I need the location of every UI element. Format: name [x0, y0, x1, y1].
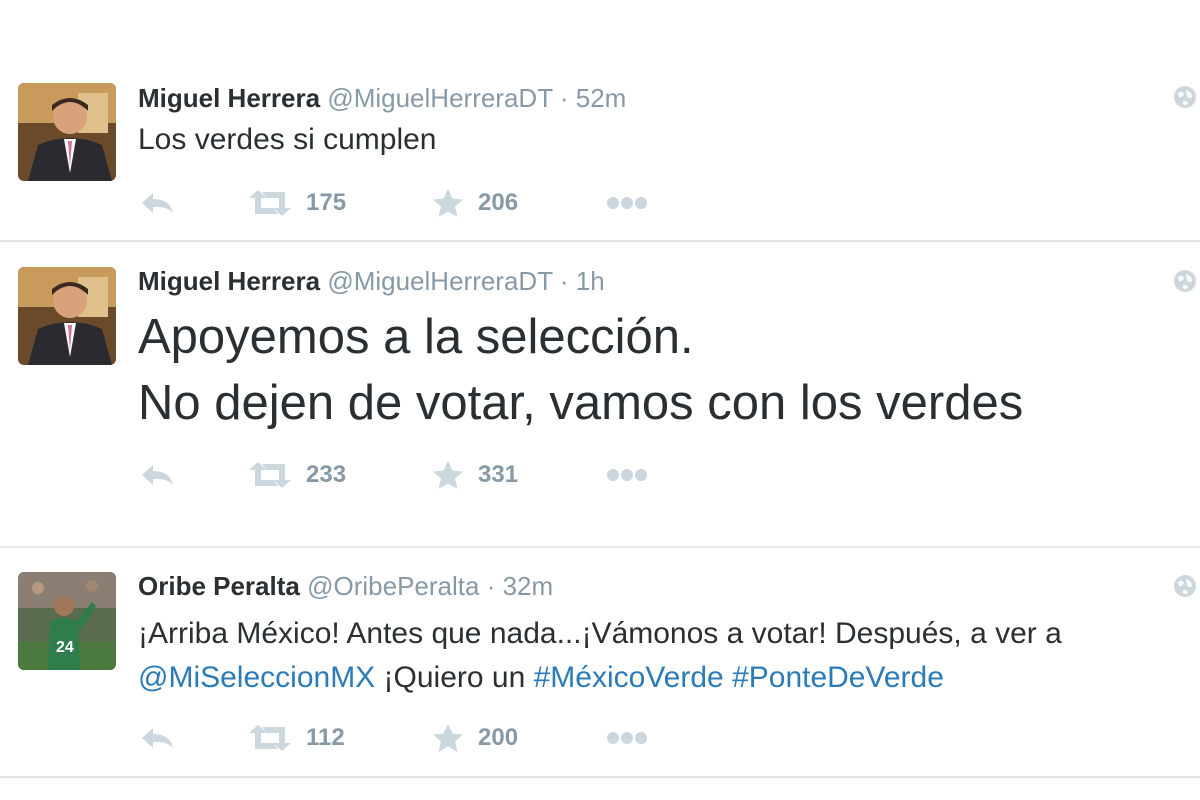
svg-text:24: 24 — [56, 639, 74, 656]
retweet-icon — [249, 462, 291, 488]
text-segment: Apoyemos a la selección. — [138, 310, 694, 364]
globe-icon[interactable] — [1172, 268, 1198, 294]
author-fullname[interactable]: Oribe Peralta — [138, 571, 300, 601]
divider — [0, 546, 1200, 548]
reply-button[interactable] — [140, 455, 176, 495]
more-button[interactable] — [606, 718, 648, 758]
tweet-header: Miguel Herrera @MiguelHerreraDT · 1h — [138, 266, 605, 296]
reply-icon — [142, 728, 173, 748]
more-button[interactable] — [606, 455, 648, 495]
more-icon — [607, 197, 647, 209]
tweet-text-line: No dejen de votar, vamos con los verdes — [138, 370, 1023, 436]
retweet-count: 112 — [306, 724, 345, 751]
author-username[interactable]: @MiguelHerreraDT — [327, 83, 552, 113]
hashtag-link[interactable]: #PonteDeVerde — [732, 661, 944, 694]
text-segment — [724, 661, 732, 694]
favorite-icon — [433, 461, 463, 489]
avatar[interactable] — [18, 267, 116, 365]
avatar[interactable]: 24 — [18, 572, 116, 670]
tweet-text-line: @MiSeleccionMX ¡Quiero un #MéxicoVerde #… — [138, 656, 1062, 700]
tweet-text-line: Los verdes si cumplen — [138, 122, 436, 158]
retweet-button[interactable]: 233 — [248, 455, 346, 495]
retweet-count: 233 — [306, 461, 347, 488]
tweet-text: Apoyemos a la selección. No dejen de vot… — [138, 304, 1023, 436]
globe-icon[interactable] — [1172, 84, 1198, 110]
retweet-button[interactable]: 175 — [248, 183, 346, 223]
favorite-button[interactable]: 200 — [432, 718, 518, 758]
favorite-icon — [433, 724, 463, 752]
author-username[interactable]: @OribePeralta — [307, 571, 479, 601]
tweet-text: Los verdes si cumplen — [138, 122, 436, 158]
text-segment: Los verdes si cumplen — [138, 123, 437, 156]
author-username[interactable]: @MiguelHerreraDT — [327, 266, 552, 296]
tweet-timestamp[interactable]: 1h — [576, 266, 605, 296]
text-segment: No dejen de votar, vamos con los verdes — [138, 376, 1024, 430]
retweet-icon — [249, 190, 291, 216]
tweet-text: ¡Arriba México! Antes que nada...¡Vámono… — [138, 612, 1062, 700]
separator: · — [559, 266, 569, 296]
reply-button[interactable] — [140, 718, 176, 758]
hashtag-link[interactable]: #MéxicoVerde — [534, 661, 724, 694]
reply-icon — [142, 465, 173, 485]
favorite-button[interactable]: 331 — [432, 455, 518, 495]
divider — [0, 240, 1200, 242]
reply-icon — [142, 193, 173, 213]
tweet-timestamp[interactable]: 52m — [576, 83, 627, 113]
tweet-text-line: Apoyemos a la selección. — [138, 304, 1023, 370]
more-icon — [607, 469, 647, 481]
favorite-count: 206 — [478, 189, 519, 216]
tweet-header: Oribe Peralta @OribePeralta · 32m — [138, 571, 553, 601]
avatar[interactable] — [18, 83, 116, 181]
separator: · — [486, 571, 496, 601]
favorite-count: 200 — [478, 724, 519, 751]
reply-button[interactable] — [140, 183, 176, 223]
mention-link[interactable]: @MiSeleccionMX — [138, 661, 375, 694]
retweet-icon — [249, 725, 291, 751]
separator: · — [559, 83, 569, 113]
author-fullname[interactable]: Miguel Herrera — [138, 83, 320, 113]
author-fullname[interactable]: Miguel Herrera — [138, 266, 320, 296]
divider — [0, 776, 1200, 778]
more-icon — [607, 732, 647, 744]
text-segment: ¡Arriba México! Antes que nada...¡Vámono… — [138, 617, 1062, 650]
globe-icon[interactable] — [1172, 573, 1198, 599]
tweet-header: Miguel Herrera @MiguelHerreraDT · 52m — [138, 83, 626, 113]
retweet-button[interactable]: 112 — [248, 718, 345, 758]
more-button[interactable] — [606, 183, 648, 223]
text-segment: ¡Quiero un — [375, 661, 534, 694]
favorite-count: 331 — [478, 461, 519, 488]
tweet-timestamp[interactable]: 32m — [503, 571, 554, 601]
retweet-count: 175 — [306, 189, 347, 216]
favorite-button[interactable]: 206 — [432, 183, 518, 223]
tweet-text-line: ¡Arriba México! Antes que nada...¡Vámono… — [138, 612, 1062, 656]
favorite-icon — [433, 189, 463, 217]
